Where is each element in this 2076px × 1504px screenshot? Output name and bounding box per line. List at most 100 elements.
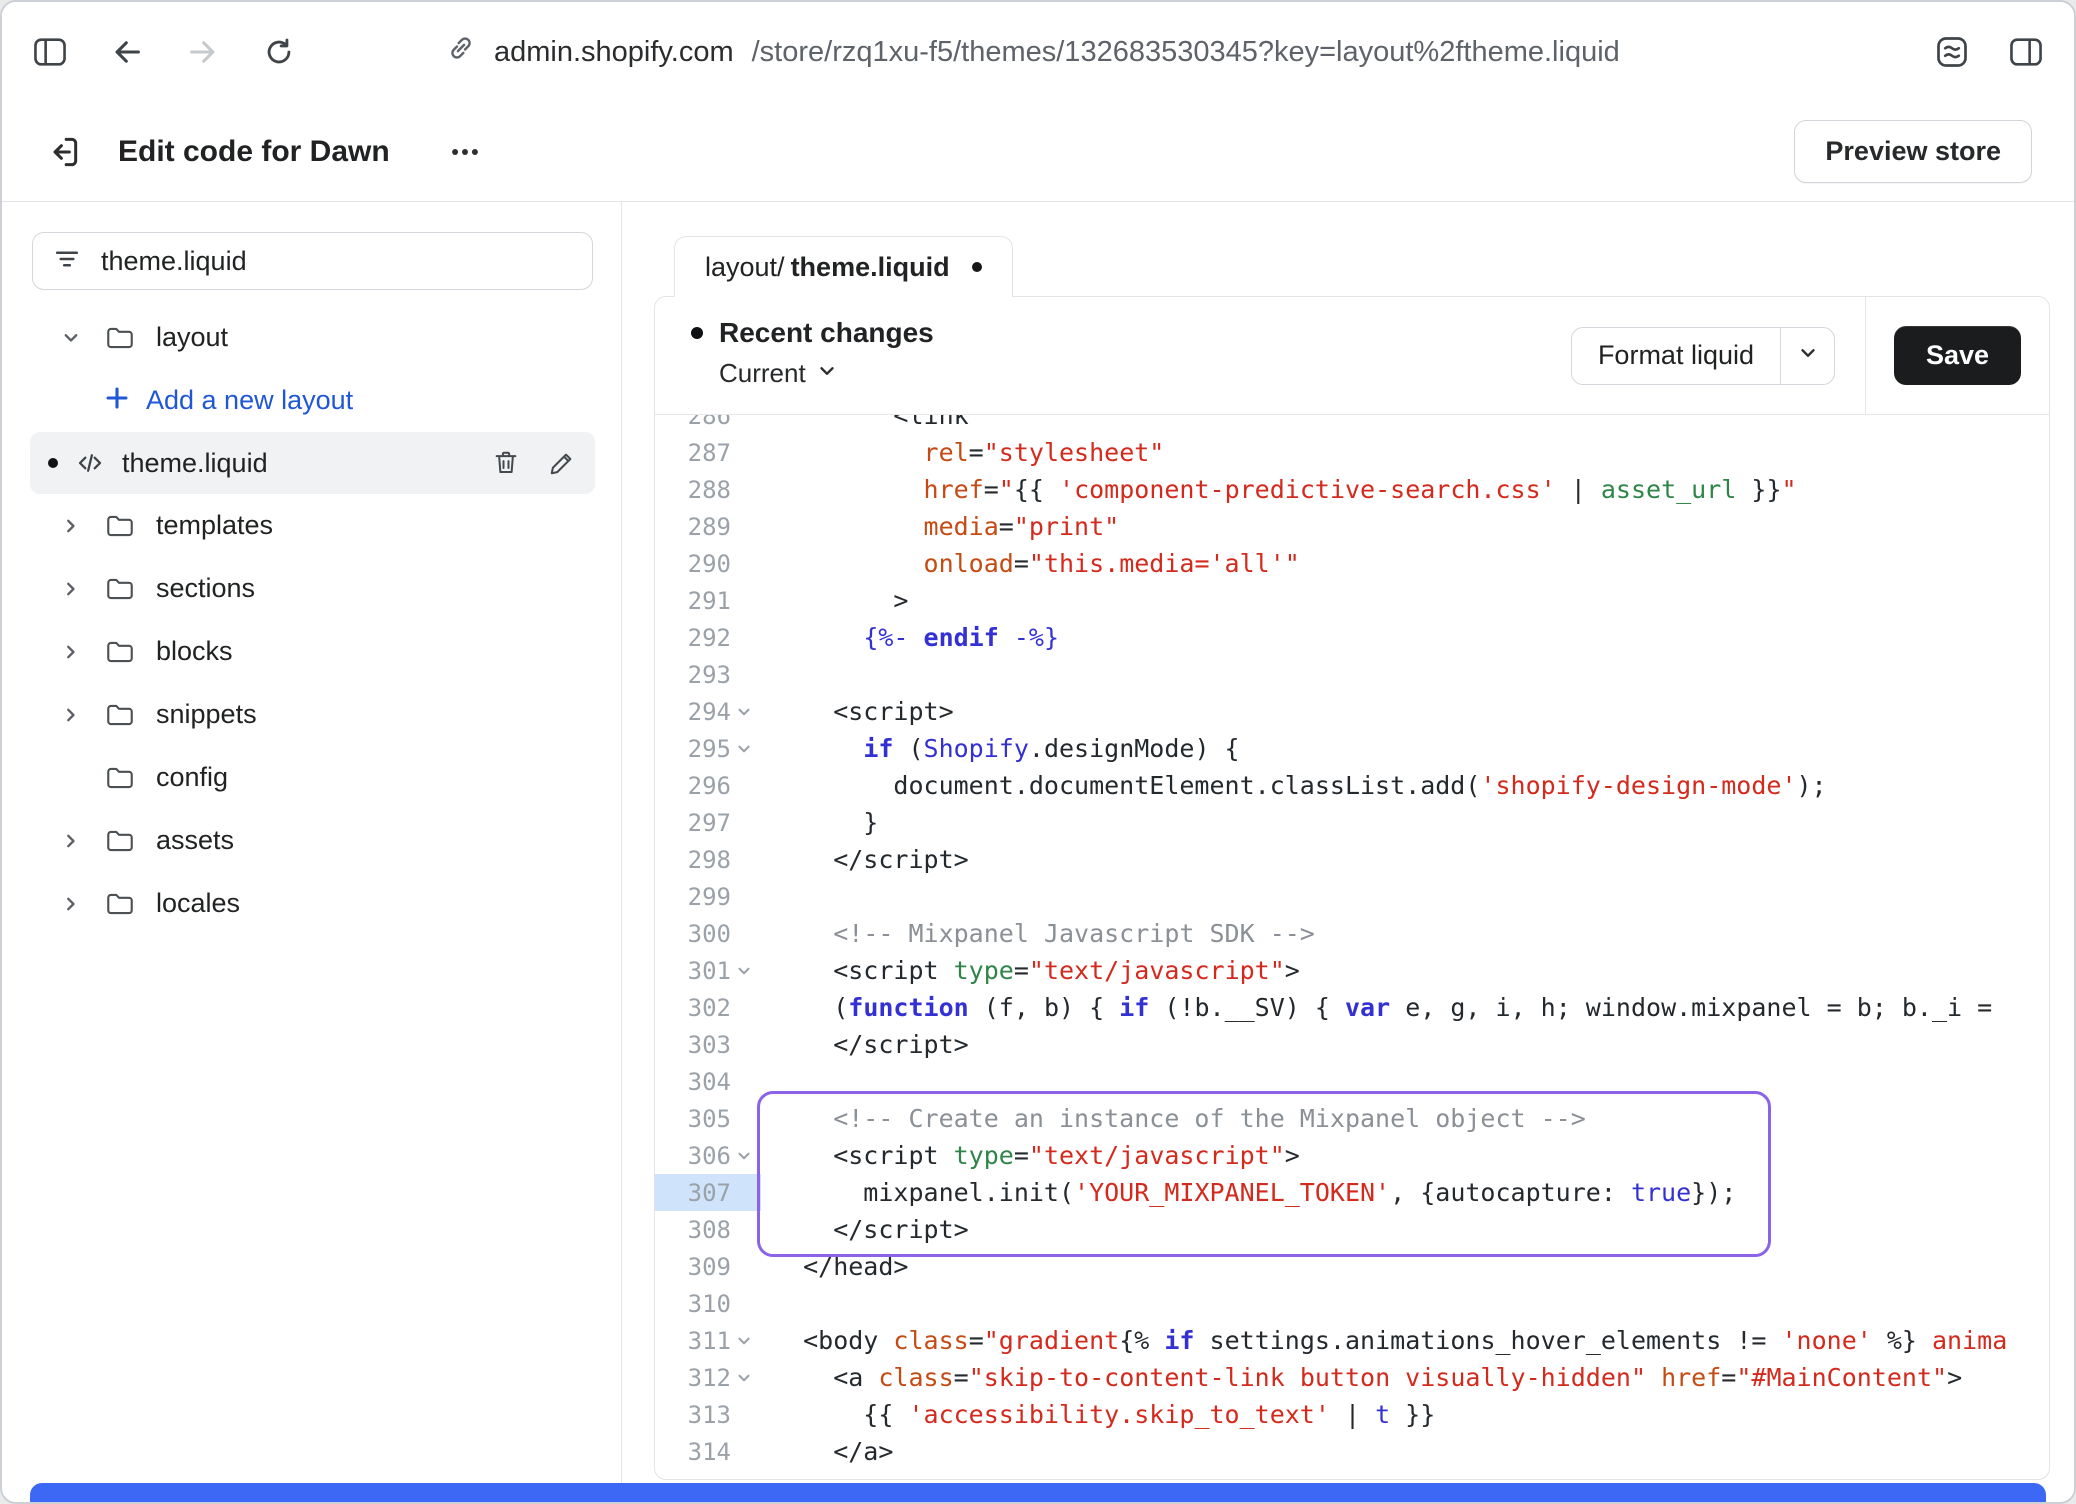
code-line-297[interactable]: 297 } xyxy=(655,804,2049,841)
code-line-314[interactable]: 314 </a> xyxy=(655,1433,2049,1470)
code-line-295[interactable]: 295 if (Shopify.designMode) { xyxy=(655,730,2049,767)
code-text: <body class="gradient{% if settings.anim… xyxy=(761,1322,2007,1359)
line-number: 311 xyxy=(688,1327,731,1355)
line-gutter: 306 xyxy=(655,1137,761,1174)
code-editor[interactable]: 286 <link287 rel="stylesheet"288 href="{… xyxy=(655,415,2049,1479)
code-line-313[interactable]: 313 {{ 'accessibility.skip_to_text' | t … xyxy=(655,1396,2049,1433)
code-text xyxy=(761,1285,773,1322)
code-text: </script> xyxy=(761,1211,969,1248)
line-number: 288 xyxy=(688,476,731,504)
code-line-310[interactable]: 310 xyxy=(655,1285,2049,1322)
url-bar[interactable]: admin.shopify.com/store/rzq1xu-f5/themes… xyxy=(446,33,1620,71)
chevron-right-icon[interactable] xyxy=(60,641,104,663)
preview-store-button[interactable]: Preview store xyxy=(1794,120,2032,183)
split-view-icon[interactable] xyxy=(2008,36,2044,68)
code-line-286[interactable]: 286 <link xyxy=(655,415,2049,434)
fold-chevron-placeholder xyxy=(731,1063,757,1100)
chevron-down-icon[interactable] xyxy=(60,327,104,349)
fold-chevron-icon[interactable] xyxy=(731,952,757,989)
more-menu-button[interactable] xyxy=(448,135,482,169)
code-line-307[interactable]: 307 mixpanel.init('YOUR_MIXPANEL_TOKEN',… xyxy=(655,1174,2049,1211)
code-line-294[interactable]: 294 <script> xyxy=(655,693,2049,730)
editor-main: layout/theme.liquid Recent changes Curre… xyxy=(622,202,2074,1498)
line-number: 287 xyxy=(688,439,731,467)
code-line-287[interactable]: 287 rel="stylesheet" xyxy=(655,434,2049,471)
code-line-309[interactable]: 309 </head> xyxy=(655,1248,2049,1285)
code-text: (function (f, b) { if (!b.__SV) { var e,… xyxy=(761,989,1992,1026)
line-number: 309 xyxy=(688,1253,731,1281)
code-line-291[interactable]: 291 > xyxy=(655,582,2049,619)
code-line-303[interactable]: 303 </script> xyxy=(655,1026,2049,1063)
add-new-layout-link[interactable]: Add a new layout xyxy=(2,369,621,432)
file-filter-input[interactable] xyxy=(99,245,572,278)
line-number: 304 xyxy=(688,1068,731,1096)
code-line-290[interactable]: 290 onload="this.media='all'" xyxy=(655,545,2049,582)
sidebar-item-templates[interactable]: templates xyxy=(2,494,621,557)
line-gutter: 299 xyxy=(655,878,761,915)
rename-file-icon[interactable] xyxy=(547,448,577,478)
code-line-296[interactable]: 296 document.documentElement.classList.a… xyxy=(655,767,2049,804)
code-line-298[interactable]: 298 </script> xyxy=(655,841,2049,878)
url-path: /store/rzq1xu-f5/themes/132683530345?key… xyxy=(752,36,1620,69)
code-line-288[interactable]: 288 href="{{ 'component-predictive-searc… xyxy=(655,471,2049,508)
chevron-right-icon[interactable] xyxy=(60,578,104,600)
line-gutter: 305 xyxy=(655,1100,761,1137)
line-number: 306 xyxy=(688,1142,731,1170)
code-line-306[interactable]: 306 <script type="text/javascript"> xyxy=(655,1137,2049,1174)
code-line-293[interactable]: 293 xyxy=(655,656,2049,693)
sidebar-item-locales[interactable]: locales xyxy=(2,872,621,935)
code-line-308[interactable]: 308 </script> xyxy=(655,1211,2049,1248)
exit-editor-icon[interactable] xyxy=(44,133,82,171)
fold-chevron-icon[interactable] xyxy=(731,693,757,730)
code-line-312[interactable]: 312 <a class="skip-to-content-link butto… xyxy=(655,1359,2049,1396)
url-domain: admin.shopify.com xyxy=(494,36,734,69)
line-number: 292 xyxy=(688,624,731,652)
chevron-right-icon[interactable] xyxy=(60,704,104,726)
extensions-icon[interactable] xyxy=(1934,34,1970,70)
file-filter-box[interactable] xyxy=(32,232,593,290)
chevron-right-icon[interactable] xyxy=(60,893,104,915)
line-gutter: 290 xyxy=(655,545,761,582)
fold-chevron-icon[interactable] xyxy=(731,1359,757,1396)
delete-file-icon[interactable] xyxy=(491,448,521,478)
sidebar-item-label: snippets xyxy=(156,699,257,730)
reload-icon[interactable] xyxy=(262,35,296,69)
sidebar-file-theme-liquid[interactable]: theme.liquid xyxy=(30,432,595,494)
fold-chevron-icon[interactable] xyxy=(731,730,757,767)
back-icon[interactable] xyxy=(110,35,144,69)
code-line-305[interactable]: 305 <!-- Create an instance of the Mixpa… xyxy=(655,1100,2049,1137)
format-options-button[interactable] xyxy=(1780,328,1834,384)
format-liquid-button[interactable]: Format liquid xyxy=(1572,328,1780,384)
code-line-304[interactable]: 304 xyxy=(655,1063,2049,1100)
code-line-302[interactable]: 302 (function (f, b) { if (!b.__SV) { va… xyxy=(655,989,2049,1026)
save-button[interactable]: Save xyxy=(1894,326,2021,385)
sidebar-item-config[interactable]: config xyxy=(2,746,621,809)
chevron-right-icon[interactable] xyxy=(60,515,104,537)
sidebar-item-snippets[interactable]: snippets xyxy=(2,683,621,746)
line-number: 298 xyxy=(688,846,731,874)
tab-theme-liquid[interactable]: layout/theme.liquid xyxy=(674,236,1013,297)
version-dropdown[interactable]: Current xyxy=(691,358,1571,389)
line-number: 294 xyxy=(688,698,731,726)
sidebar-item-layout[interactable]: layout xyxy=(2,306,621,369)
code-line-311[interactable]: 311 <body class="gradient{% if settings.… xyxy=(655,1322,2049,1359)
line-gutter: 294 xyxy=(655,693,761,730)
code-line-299[interactable]: 299 xyxy=(655,878,2049,915)
code-line-289[interactable]: 289 media="print" xyxy=(655,508,2049,545)
line-number: 303 xyxy=(688,1031,731,1059)
fold-chevron-icon[interactable] xyxy=(731,1137,757,1174)
fold-chevron-placeholder xyxy=(731,1433,757,1470)
sidebar-item-assets[interactable]: assets xyxy=(2,809,621,872)
code-line-301[interactable]: 301 <script type="text/javascript"> xyxy=(655,952,2049,989)
line-gutter: 301 xyxy=(655,952,761,989)
link-icon xyxy=(446,33,476,71)
sidebar-item-blocks[interactable]: blocks xyxy=(2,620,621,683)
chevron-right-icon[interactable] xyxy=(60,830,104,852)
line-gutter: 292 xyxy=(655,619,761,656)
fold-chevron-placeholder xyxy=(731,804,757,841)
fold-chevron-icon[interactable] xyxy=(731,1322,757,1359)
code-line-292[interactable]: 292 {%- endif -%} xyxy=(655,619,2049,656)
sidebar-item-sections[interactable]: sections xyxy=(2,557,621,620)
sidebar-toggle-icon[interactable] xyxy=(32,36,68,68)
code-line-300[interactable]: 300 <!-- Mixpanel Javascript SDK --> xyxy=(655,915,2049,952)
